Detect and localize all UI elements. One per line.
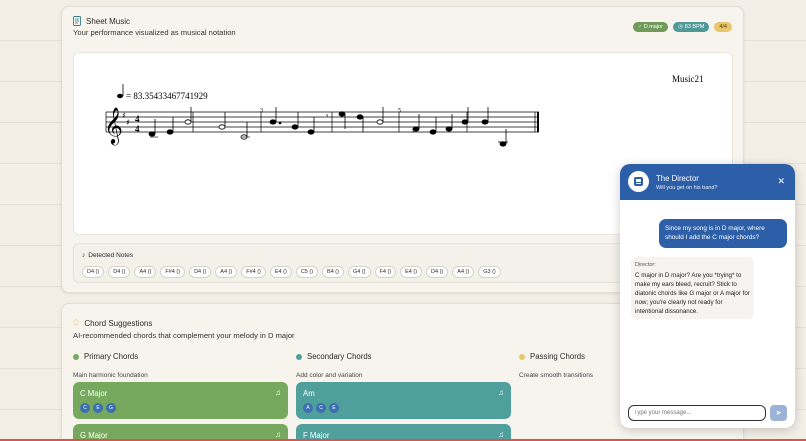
lightbulb-icon: 💡︎ (73, 318, 80, 328)
note-chip: G3 () (478, 266, 501, 278)
chord-suggestions-header: 💡︎ Chord Suggestions (73, 318, 152, 329)
note-chip: E4 () (269, 266, 292, 278)
chat-widget: The Director Will you get on his band? ✕… (620, 164, 795, 428)
note-chip: B4 () (322, 266, 344, 278)
send-button[interactable]: ➤ (770, 405, 787, 421)
primary-chords-subtitle: Main harmonic foundation (73, 372, 148, 379)
note-chip: E4 () (400, 266, 423, 278)
composer-label: Music21 (672, 74, 704, 84)
secondary-chords-column: Secondary Chords Add color and variation (296, 352, 372, 379)
note-chip: D4 () (426, 266, 449, 278)
note-chip: A4 () (215, 266, 238, 278)
note-chip: D4 () (82, 266, 105, 278)
badge-group: ♂ D major ◷ 83 BPM 4/4 (632, 22, 732, 32)
note-chip: A4 () (452, 266, 475, 278)
chord-button-c-major[interactable]: C Major ♫ C E G (73, 382, 288, 419)
bot-message-text: C major in D major? Are you *trying* to … (635, 272, 750, 315)
chord-suggestions-title: Chord Suggestions (84, 319, 153, 328)
note-chip: F4 () (374, 266, 397, 278)
note-chip: G4 () (347, 266, 371, 278)
music-note-icon: ♫ (498, 388, 504, 397)
music-note-icon: ♪ (82, 252, 86, 259)
treble-clef: 𝄞 (104, 106, 123, 145)
sheet-music-icon (73, 16, 81, 26)
director-avatar-icon (628, 171, 649, 192)
user-message: Since my song is in D major, where shoul… (659, 219, 787, 248)
note-chip: D4 () (108, 266, 131, 278)
key-sharp-c: ♯ (126, 118, 130, 127)
secondary-dot (296, 353, 302, 360)
measure-number-5: 5 (398, 108, 401, 114)
sheet-music-title: Sheet Music (86, 16, 131, 26)
natural-sign: ♮ (412, 127, 415, 135)
key-badge: ♂ D major (632, 22, 668, 32)
note-chip: F#4 () (160, 266, 186, 278)
time-signature-badge: 4/4 (714, 22, 732, 32)
music-note-icon: ♫ (498, 430, 504, 439)
bpm-badge: ◷ 83 BPM (672, 22, 710, 32)
passing-chords-column: Passing Chords Create smooth transitions (519, 352, 593, 379)
detected-notes-list: D4 () D4 () A4 () F#4 () D4 () A4 () F#4 () E4 … (82, 266, 501, 278)
note-chip: F#4 () (241, 266, 266, 278)
sheet-music-header: Sheet Music (73, 16, 130, 26)
time-sig-bottom: 4 (135, 124, 140, 134)
note-chip: A4 () (134, 266, 157, 278)
send-icon: ➤ (775, 410, 782, 417)
chat-message-input[interactable] (628, 405, 766, 421)
chord-tone: E (329, 403, 339, 413)
chord-button-am[interactable]: Am ♫ A C E (296, 382, 511, 419)
music-note-icon: ♫ (275, 388, 281, 397)
chord-tone: A (303, 403, 313, 413)
clock-icon: ◷ (677, 24, 683, 30)
chat-subtitle: Will you get on his band? (656, 185, 718, 191)
close-icon[interactable]: ✕ (777, 176, 785, 187)
chord-tone: C (316, 403, 326, 413)
note-chip: D4 () (189, 266, 212, 278)
sheet-music-subtitle: Your performance visualized as musical n… (73, 28, 236, 37)
secondary-chords-title: Secondary Chords (307, 352, 372, 361)
time-sig-top: 4 (135, 114, 140, 124)
bot-message: Director: C major in D major? Are you *t… (631, 257, 754, 319)
bot-name: Director: (635, 262, 656, 268)
chord-tone: C (80, 403, 90, 413)
tempo-marking: = 83.35433467741929 (126, 91, 208, 101)
note-chip: C5 () (295, 266, 319, 278)
music-note-icon: ♂ (637, 24, 642, 30)
passing-dot (519, 353, 525, 360)
detected-notes-header: ♪ Detected Notes (82, 252, 134, 259)
chat-title: The Director (656, 174, 699, 183)
primary-chords-title: Primary Chords (84, 352, 139, 361)
natural-sign: ♮ (340, 112, 343, 120)
chord-tone: E (93, 403, 103, 413)
music-note-icon: ♫ (275, 430, 281, 439)
passing-chords-title: Passing Chords (530, 352, 586, 361)
chat-header: The Director Will you get on his band? ✕ (620, 164, 795, 200)
chord-tone: G (106, 403, 116, 413)
primary-chords-column: Primary Chords Main harmonic foundation (73, 352, 148, 379)
secondary-chords-subtitle: Add color and variation (296, 372, 363, 379)
primary-dot (73, 353, 79, 360)
measure-number-3: 3 (260, 108, 263, 114)
passing-chords-subtitle: Create smooth transitions (519, 372, 594, 379)
chord-suggestions-subtitle: AI-recommended chords that complement yo… (73, 331, 295, 340)
